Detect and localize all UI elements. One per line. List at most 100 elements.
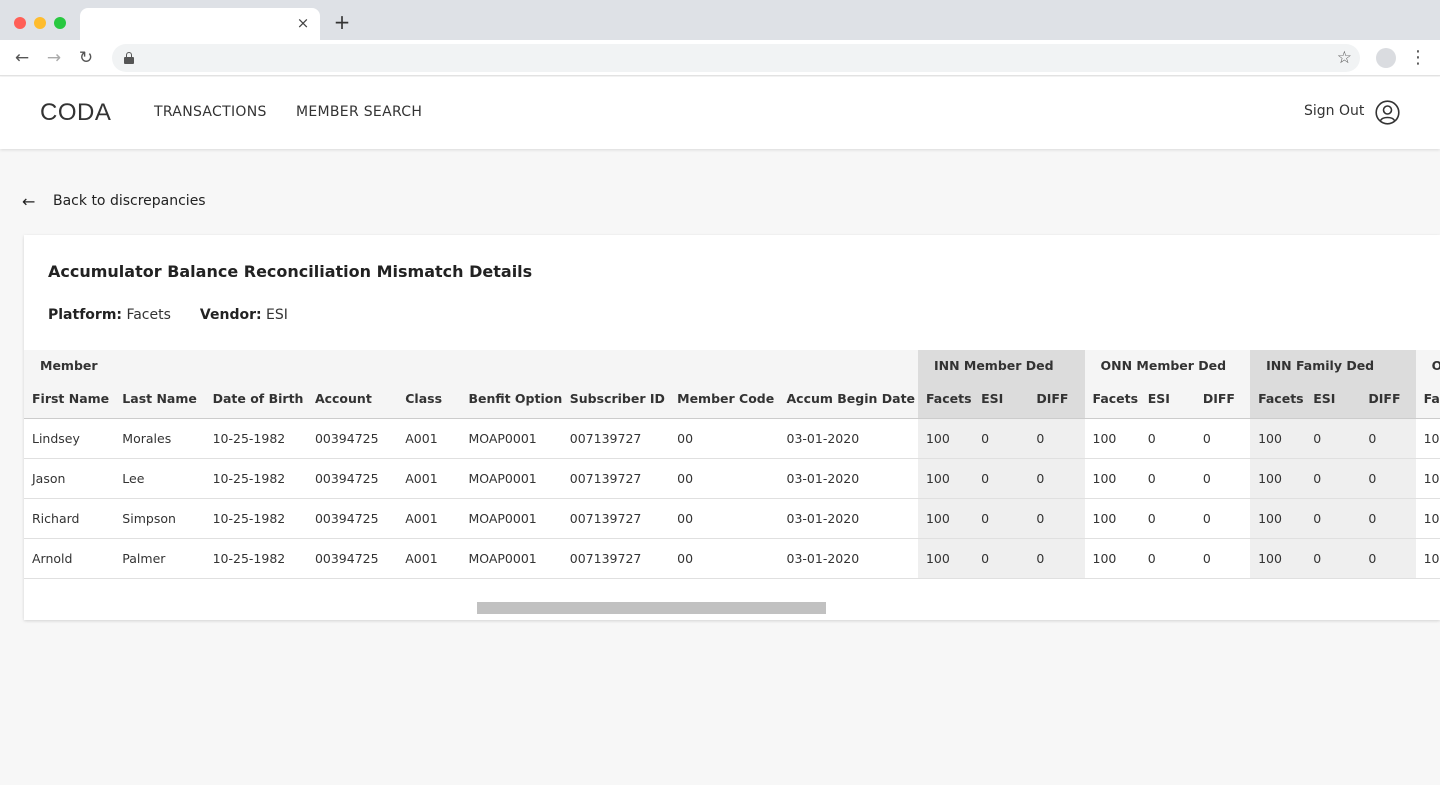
page-title: Accumulator Balance Reconciliation Misma… — [48, 262, 533, 281]
table-cell: Jason — [24, 458, 115, 499]
col-header-accum-begin-date[interactable]: Accum Begin Date — [778, 380, 918, 419]
col-header-inn-member-diff[interactable]: DIFF — [1028, 380, 1085, 419]
table-cell: 0 — [1305, 538, 1361, 579]
sign-out-link[interactable]: Sign Out — [1304, 103, 1364, 119]
table-row[interactable]: Arnold Palmer 10-25-1982 00394725 A001 MOAP00… — [24, 538, 1440, 579]
col-header-inn-family-diff[interactable]: DIFF — [1360, 380, 1416, 419]
platform-label: Platform: — [48, 307, 122, 323]
vendor-value: ESI — [266, 307, 288, 323]
brand-logo[interactable]: CODA — [40, 99, 111, 127]
group-header-member: Member — [24, 350, 918, 380]
table-cell: 100 — [1084, 418, 1140, 459]
vendor-info: Vendor: ESI — [200, 307, 288, 323]
table-cell: 00 — [669, 458, 779, 499]
table-cell: 100 — [1250, 538, 1306, 579]
col-header-account[interactable]: Account — [306, 380, 398, 419]
table-cell: 007139727 — [561, 538, 670, 579]
forward-arrow-icon[interactable]: → — [42, 46, 66, 70]
close-tab-icon[interactable]: × — [294, 14, 312, 32]
arrow-left-icon: ← — [22, 191, 36, 211]
profile-avatar[interactable] — [1376, 48, 1396, 68]
table-cell: Lindsey — [24, 418, 115, 459]
col-header-onn-family-facets[interactable]: Face — [1415, 380, 1440, 419]
table-cell: A001 — [397, 418, 461, 459]
table-cell: 0 — [1305, 418, 1361, 459]
table-cell: 0 — [1194, 538, 1251, 579]
col-header-inn-member-esi[interactable]: ESI — [973, 380, 1029, 419]
col-header-onn-member-facets[interactable]: Facets — [1084, 380, 1140, 419]
back-to-discrepancies-link[interactable]: ← Back to discrepancies — [22, 190, 206, 212]
platform-value: Facets — [126, 307, 171, 323]
address-bar[interactable]: ☆ — [112, 44, 1360, 72]
col-header-class[interactable]: Class — [397, 380, 461, 419]
maximize-window-button[interactable] — [54, 17, 66, 29]
table-cell: MOAP0001 — [460, 458, 562, 499]
table-row[interactable]: Richard Simpson 10-25-1982 00394725 A001 MOAP… — [24, 498, 1440, 539]
table-cell: 0 — [1194, 458, 1251, 499]
table-row[interactable]: Jason Lee 10-25-1982 00394725 A001 MOAP0001 00… — [24, 458, 1440, 499]
table-cell: 00394725 — [306, 498, 398, 539]
nav-transactions[interactable]: TRANSACTIONS — [154, 104, 267, 120]
table-cell: 0 — [1139, 538, 1195, 579]
col-header-date-of-birth[interactable]: Date of Birth — [204, 380, 307, 419]
table-cell: 0 — [1028, 498, 1085, 539]
browser-tab[interactable]: × — [80, 8, 320, 40]
group-header-inn-family-ded: INN Family Ded — [1250, 350, 1416, 380]
mismatch-table-container[interactable]: Member INN Member Ded ONN Member Ded INN… — [24, 350, 1440, 580]
group-header-row: Member INN Member Ded ONN Member Ded INN… — [24, 350, 1440, 380]
table-cell: 0 — [973, 498, 1029, 539]
reload-icon[interactable]: ↻ — [74, 46, 98, 70]
table-cell: 0 — [1028, 418, 1085, 459]
platform-info: Platform: Facets — [48, 307, 171, 323]
table-cell: A001 — [397, 538, 461, 579]
table-cell: Simpson — [114, 498, 205, 539]
table-cell: MOAP0001 — [460, 498, 562, 539]
table-cell: 100 — [917, 538, 974, 579]
col-header-onn-member-esi[interactable]: ESI — [1139, 380, 1195, 419]
table-cell: 0 — [1139, 458, 1195, 499]
col-header-last-name[interactable]: Last Name — [114, 380, 205, 419]
col-header-inn-family-esi[interactable]: ESI — [1305, 380, 1361, 419]
table-cell: 00 — [669, 498, 779, 539]
table-row[interactable]: Lindsey Morales 10-25-1982 00394725 A001 MOAP… — [24, 418, 1440, 459]
bookmark-star-icon[interactable]: ☆ — [1337, 47, 1352, 69]
col-header-onn-member-diff[interactable]: DIFF — [1194, 380, 1251, 419]
table-cell: 0 — [1360, 538, 1416, 579]
table-cell: 00394725 — [306, 538, 398, 579]
table-cell: 0 — [1194, 418, 1251, 459]
table-cell: 0 — [973, 538, 1029, 579]
back-link-label: Back to discrepancies — [53, 193, 206, 209]
new-tab-icon[interactable]: + — [332, 12, 352, 32]
col-header-benefit-option[interactable]: Benfit Option — [460, 380, 562, 419]
col-header-subscriber-id[interactable]: Subscriber ID — [561, 380, 670, 419]
minimize-window-button[interactable] — [34, 17, 46, 29]
back-arrow-icon[interactable]: ← — [10, 46, 34, 70]
table-cell: 0 — [1139, 498, 1195, 539]
table-cell: MOAP0001 — [460, 418, 562, 459]
table-cell: 0 — [973, 458, 1029, 499]
mismatch-details-card: Accumulator Balance Reconciliation Misma… — [24, 235, 1440, 620]
table-cell: 0 — [1360, 418, 1416, 459]
horizontal-scrollbar-thumb[interactable] — [477, 602, 826, 614]
group-header-inn-member-ded: INN Member Ded — [917, 350, 1085, 380]
user-account-icon[interactable] — [1375, 100, 1400, 125]
col-header-inn-member-facets[interactable]: Facets — [917, 380, 974, 419]
table-cell: 100 — [1415, 418, 1440, 459]
col-header-inn-family-facets[interactable]: Facets — [1250, 380, 1306, 419]
table-cell: Morales — [114, 418, 205, 459]
col-header-first-name[interactable]: First Name — [24, 380, 115, 419]
col-header-member-code[interactable]: Member Code — [669, 380, 779, 419]
table-cell: 0 — [1305, 498, 1361, 539]
close-window-button[interactable] — [14, 17, 26, 29]
table-cell: 0 — [1028, 538, 1085, 579]
nav-member-search[interactable]: MEMBER SEARCH — [296, 104, 422, 120]
browser-menu-icon[interactable]: ⋮ — [1408, 46, 1428, 70]
table-cell: Lee — [114, 458, 205, 499]
table-cell: 10-25-1982 — [204, 458, 307, 499]
table-cell: 100 — [917, 458, 974, 499]
table-cell: 03-01-2020 — [778, 418, 918, 459]
table-cell: 100 — [1250, 498, 1306, 539]
app-header: CODA TRANSACTIONS MEMBER SEARCH Sign Out — [0, 77, 1440, 149]
table-cell: 0 — [1360, 498, 1416, 539]
table-cell: 0 — [1360, 458, 1416, 499]
